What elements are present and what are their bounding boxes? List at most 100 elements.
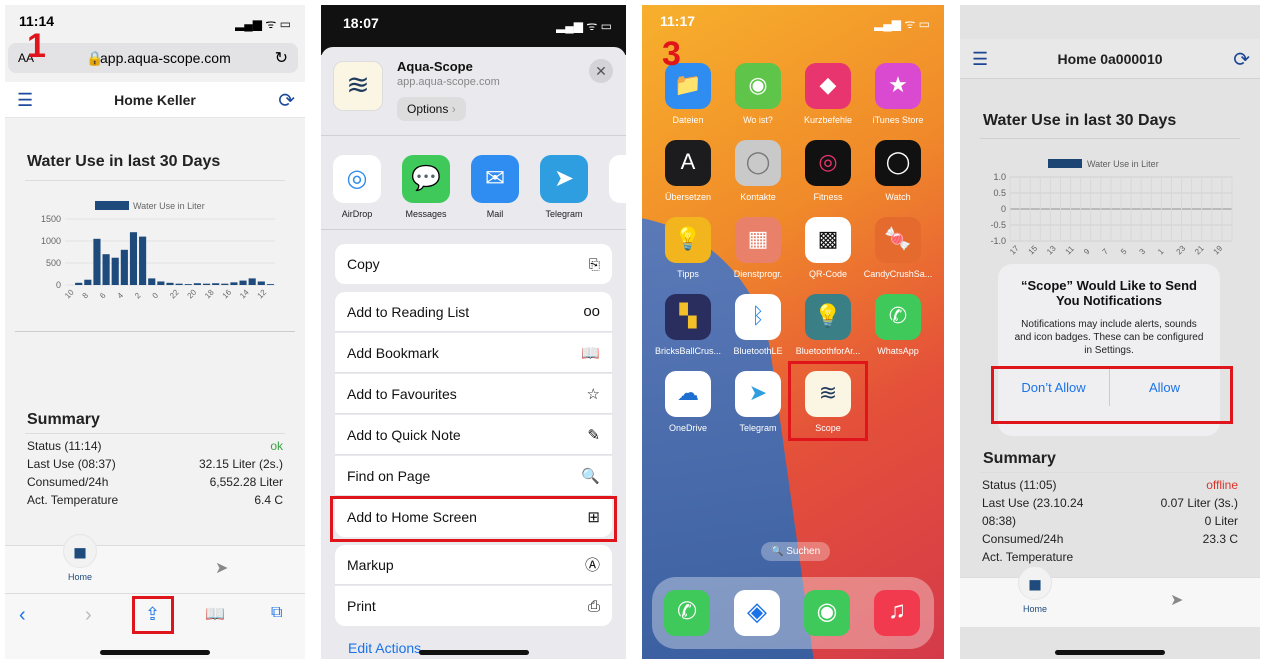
qr-code-icon[interactable]: ▩ — [805, 217, 851, 263]
reminders-icon[interactable]: ⋮ — [609, 155, 626, 203]
translate-icon[interactable]: A — [665, 140, 711, 186]
markup-icon: Ⓐ — [584, 557, 600, 574]
find-my-icon[interactable]: ◉ — [735, 63, 781, 109]
screenshot-browser: 11:14 ▂▄▆ ᯤ ▭ AA 🔒 app.aqua-scope.com ↻ … — [5, 5, 305, 659]
messages-icon[interactable]: ◉ — [804, 590, 850, 636]
search-pill[interactable]: 🔍 Suchen — [761, 542, 831, 561]
contacts-icon[interactable]: ◯ — [735, 140, 781, 186]
app-label: BluetoothforAr... — [795, 346, 861, 356]
divider — [25, 180, 285, 181]
airdrop-icon[interactable]: ◎ — [333, 155, 381, 203]
app-label: BricksBallCrus... — [654, 346, 721, 356]
action-item[interactable]: Find on Page 🔍 — [335, 456, 612, 496]
alert-body: Notifications may include alerts, sounds… — [1014, 319, 1204, 356]
bluetooth-icon[interactable]: ᛒ — [735, 294, 781, 340]
bar — [239, 280, 247, 285]
share-target-label: Re — [601, 209, 626, 219]
screenshot-home-screen: 11:17 ▂▄▆ ᯤ ▭ 📁 Dateien ◉ Wo ist? ◆ Kurzbefeh… — [642, 5, 944, 659]
bricks-ball-icon[interactable]: ▚ — [665, 294, 711, 340]
action-item[interactable]: Add to Reading List oo — [335, 292, 612, 332]
messages-icon[interactable]: 💬 — [402, 155, 450, 203]
share-target-label: AirDrop — [341, 209, 373, 219]
refresh-icon[interactable]: ⟳ — [278, 88, 295, 113]
utilities-icon[interactable]: ▦ — [735, 217, 781, 263]
action-label: Markup — [347, 556, 394, 573]
copy-icon: ⎘ — [588, 255, 600, 272]
row-label: Status (11:14) — [27, 439, 102, 453]
book-icon: 📖 — [581, 344, 600, 362]
action-label: Copy — [347, 256, 380, 272]
bluetooth-arduino-icon[interactable]: 💡 — [805, 294, 851, 340]
bookmarks-icon[interactable]: 📖 — [205, 604, 225, 624]
telegram-icon[interactable]: ➤ — [735, 371, 781, 417]
address-bar[interactable]: AA 🔒 app.aqua-scope.com ↻ — [8, 43, 298, 73]
reload-icon[interactable]: ↻ — [275, 48, 288, 68]
safari-icon[interactable]: ◈ — [734, 590, 780, 636]
action-label: Find on Page — [347, 467, 431, 484]
action-item[interactable]: Markup Ⓐ — [335, 545, 612, 585]
find-icon: 🔍 — [581, 467, 600, 485]
x-tick-label: 8 — [81, 291, 91, 301]
back-icon[interactable]: ‹ — [19, 604, 26, 627]
whatsapp-icon[interactable]: ✆ — [875, 294, 921, 340]
bar — [193, 283, 201, 285]
bar — [120, 249, 128, 285]
action-item[interactable]: Add to Favourites ☆ — [335, 374, 612, 414]
app-label: iTunes Store — [872, 115, 924, 125]
mail-icon[interactable]: ✉ — [471, 155, 519, 203]
home-icon[interactable]: ▅ — [1018, 566, 1052, 600]
bar — [184, 284, 192, 285]
itunes-icon[interactable]: ★ — [875, 63, 921, 109]
app-label: Kontakte — [740, 192, 776, 202]
bar — [129, 232, 138, 285]
row-label: Consumed/24h — [982, 532, 1064, 546]
app-label: BluetoothLE — [733, 346, 783, 356]
options-button[interactable]: Options › — [397, 97, 466, 121]
print-icon: ⎙ — [587, 597, 600, 615]
highlight-share — [132, 596, 174, 634]
telegram-icon[interactable]: ➤ — [540, 155, 588, 203]
shortcuts-icon[interactable]: ◆ — [805, 63, 851, 109]
x-tick-label: 20 — [186, 287, 199, 300]
tab-home[interactable]: Home — [60, 572, 100, 582]
app-label: Übersetzen — [664, 192, 712, 202]
action-copy[interactable]: Copy ⎘ — [335, 244, 612, 284]
send-icon[interactable]: ➤ — [215, 558, 228, 578]
candy-crush-icon[interactable]: 🍬 — [875, 217, 921, 263]
phone-icon[interactable]: ✆ — [664, 590, 710, 636]
bar — [157, 281, 165, 285]
tips-icon[interactable]: 💡 — [665, 217, 711, 263]
summary-row: Act. Temperature — [982, 550, 1238, 564]
send-icon[interactable]: ➤ — [1170, 590, 1183, 610]
summary-title: Summary — [983, 450, 1056, 467]
site-name: Aqua-Scope — [397, 59, 473, 74]
status-time: 11:17 — [660, 13, 696, 29]
row-value: offline — [1206, 478, 1238, 492]
music-icon[interactable]: ♫ — [874, 590, 920, 636]
home-icon[interactable]: ▅ — [63, 534, 97, 568]
fitness-icon[interactable]: ◎ — [805, 140, 851, 186]
app-label: Kurzbefehle — [803, 115, 853, 125]
app-label: Tipps — [677, 269, 699, 279]
close-icon[interactable]: ✕ — [589, 59, 613, 83]
summary-row: 08:38) 0 Liter — [982, 514, 1238, 528]
row-label: Act. Temperature — [27, 493, 119, 507]
step-number: 3 — [662, 35, 681, 73]
app-label: Fitness — [813, 192, 843, 202]
bar — [84, 279, 92, 285]
action-item[interactable]: Add to Quick Note ✎ — [335, 415, 612, 455]
onedrive-icon[interactable]: ☁ — [665, 371, 711, 417]
action-item[interactable]: Print ⎙ — [335, 586, 612, 626]
action-item[interactable]: Add Bookmark 📖 — [335, 333, 612, 373]
home-indicator — [1055, 650, 1165, 655]
watch-icon[interactable]: ◯ — [875, 140, 921, 186]
forward-icon[interactable]: › — [85, 604, 92, 627]
app-label: Dateien — [672, 115, 704, 125]
action-label: Add Bookmark — [347, 344, 439, 361]
bar — [248, 278, 256, 285]
tabs-icon[interactable]: ⧉ — [271, 604, 282, 622]
glasses-icon: oo — [583, 303, 600, 320]
row-value: 0 Liter — [1204, 514, 1238, 528]
tab-home[interactable]: Home — [1015, 604, 1055, 614]
x-tick-label: 10 — [63, 287, 76, 300]
